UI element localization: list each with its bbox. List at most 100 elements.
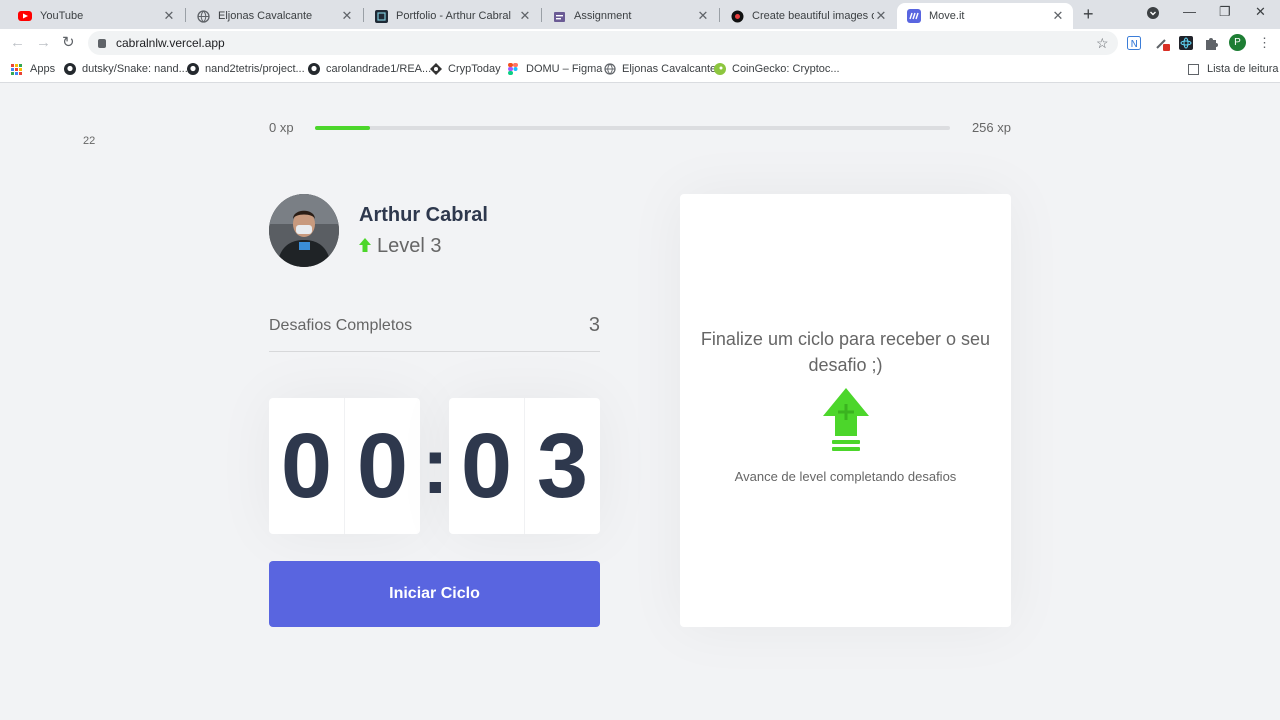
xp-max-label: 256 xp [971,120,1011,135]
restore-icon[interactable]: ❐ [1219,4,1231,20]
tab-eljonas[interactable]: Eljonas Cavalcante ✕ [186,3,362,29]
profile-card: Arthur Cabral Level 3 [269,194,600,268]
user-name: Arthur Cabral [359,204,488,226]
cryptoday-icon [430,63,442,75]
seconds-ones-digit: 3 [536,415,589,517]
close-tab-icon[interactable]: ✕ [162,8,176,24]
tab-assignment[interactable]: Assignment ✕ [542,3,718,29]
extension-n-icon[interactable]: N [1127,36,1141,50]
address-bar[interactable]: cabralnlw.vercel.app [88,31,1118,55]
minutes-box: 0 0 [269,398,420,534]
seconds-box: 0 3 [449,398,600,534]
bookmark-label: nand2tetris/project... [205,63,305,75]
completed-challenges-label: Desafios Completos [269,317,413,334]
bookmark-nand2tetris[interactable]: nand2tetris/project... [187,63,305,75]
xp-track [315,126,950,130]
tab-portfolio[interactable]: Portfolio - Arthur Cabral ✕ [364,3,540,29]
tab-carbon[interactable]: Create beautiful images of yo ✕ [720,3,896,29]
bookmark-coingecko[interactable]: CoinGecko: Cryptoc... [714,63,840,75]
github-icon [308,63,320,75]
reading-list-icon [1188,63,1199,75]
close-tab-icon[interactable]: ✕ [874,8,888,24]
bookmark-cryptoday[interactable]: CrypToday [430,63,501,75]
bookmark-label: Eljonas Cavalcante [622,63,717,75]
github-icon [187,63,199,75]
close-tab-icon[interactable]: ✕ [1051,8,1065,24]
close-window-icon[interactable]: ✕ [1255,4,1266,20]
bookmark-label: dutsky/Snake: nand... [82,63,188,75]
carbon-icon [730,9,744,23]
completed-challenges-count: 3 [588,314,600,336]
globe-icon [196,9,210,23]
tab-title: Portfolio - Arthur Cabral [396,10,511,22]
level-label: Level 3 [377,235,442,257]
completed-challenges: Desafios Completos 3 [269,312,600,352]
lock-icon [98,38,106,48]
reading-list-button[interactable]: Lista de leitura [1188,63,1279,75]
bookmark-label: DOMU – Figma [526,63,603,75]
tab-title: YouTube [40,10,84,22]
level-up-icon [821,386,871,456]
avatar [269,194,339,267]
reload-icon[interactable]: ↻ [62,33,75,51]
figma-icon [508,63,520,75]
tab-title: Eljonas Cavalcante [218,10,313,22]
bookmark-figma[interactable]: DOMU – Figma [508,63,602,75]
minutes-ones-digit: 0 [356,415,409,517]
reading-list-label: Lista de leitura [1207,63,1279,75]
profile-avatar-button[interactable]: P [1229,34,1246,51]
tab-moveit[interactable]: Move.it ✕ [897,3,1073,29]
seconds-tens-digit: 0 [449,398,525,534]
github-icon [64,63,76,75]
back-icon[interactable]: ← [10,34,25,51]
url-text: cabralnlw.vercel.app [116,36,225,50]
moveit-page: 0 xp 256 xp 22 Arthur Cabral Level 3 Des… [0,84,1280,720]
close-tab-icon[interactable]: ✕ [696,8,710,24]
countdown-timer: 0 0 : 0 3 [269,398,600,534]
minimize-icon[interactable]: — [1183,4,1196,19]
xp-progress-fill [315,126,370,130]
portfolio-icon [374,9,388,23]
new-tab-button[interactable]: + [1083,4,1094,25]
extensions-puzzle-icon[interactable] [1204,36,1218,50]
bookmark-label: Apps [30,63,56,75]
assignment-icon [552,9,566,23]
bookmark-label: carolandrade1/REA... [326,63,432,75]
bookmarks-bar: Apps dutsky/Snake: nand... nand2tetris/p… [0,57,1280,83]
tab-search-icon[interactable] [1146,6,1160,23]
bookmark-snake[interactable]: dutsky/Snake: nand... [64,63,188,75]
forward-icon[interactable]: → [36,34,51,51]
menu-icon[interactable]: ⋮ [1258,35,1271,51]
extension-picker-icon[interactable] [1155,36,1170,51]
challenge-message: Finalize um ciclo para receber o seu des… [700,329,991,375]
apps-grid-icon [11,63,22,75]
start-cycle-button[interactable]: Iniciar Ciclo [269,561,600,627]
tab-title: Create beautiful images of yo [752,10,874,22]
timer-colon: : [422,421,449,510]
coingecko-icon [714,63,726,75]
svg-text:N: N [1131,39,1138,50]
challenge-hint: Avance de level completando desafios [734,469,957,484]
user-level: Level 3 [359,235,442,258]
experience-bar: 0 xp 256 xp [269,118,1011,135]
globe-icon [604,63,616,75]
tab-youtube[interactable]: YouTube ✕ [8,3,184,29]
bookmark-carolandrade[interactable]: carolandrade1/REA... [308,63,431,75]
bookmark-eljonas[interactable]: Eljonas Cavalcante [604,63,716,75]
bookmark-apps[interactable]: Apps [11,63,55,75]
browser-toolbar: ← → ↻ cabralnlw.vercel.app ☆ N [0,29,1280,57]
close-tab-icon[interactable]: ✕ [518,8,532,24]
bookmark-star-icon[interactable]: ☆ [1096,35,1109,52]
close-tab-icon[interactable]: ✕ [340,8,354,24]
tab-title: Assignment [574,10,632,22]
challenge-box: Finalize um ciclo para receber o seu des… [680,194,1011,627]
tab-title: Move.it [929,10,965,22]
extension-react-icon[interactable] [1179,36,1193,50]
xp-current-label: 22 [83,135,96,147]
minutes-tens-digit: 0 [269,398,345,534]
level-up-arrow-icon [359,235,371,258]
bookmark-label: CoinGecko: Cryptoc... [732,63,840,75]
browser-tab-bar: YouTube ✕ Eljonas Cavalcante ✕ Portfolio… [0,0,1280,29]
xp-min-label: 0 xp [269,120,294,135]
moveit-icon [907,9,921,23]
